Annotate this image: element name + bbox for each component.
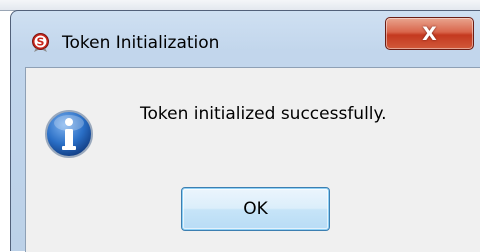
dialog-title: Token Initialization — [62, 33, 220, 53]
info-icon — [44, 109, 94, 159]
token-initialization-dialog: S Token Initialization X Token initializ… — [10, 10, 480, 252]
dialog-content: Token initialized successfully. OK — [25, 67, 480, 252]
ok-button[interactable]: OK — [181, 187, 330, 231]
title-bar[interactable]: S Token Initialization X — [11, 11, 480, 67]
app-logo-icon: S — [31, 33, 50, 52]
svg-text:S: S — [37, 36, 45, 49]
close-icon: X — [422, 22, 437, 45]
message-text: Token initialized successfully. — [140, 104, 387, 124]
close-button[interactable]: X — [385, 17, 474, 50]
